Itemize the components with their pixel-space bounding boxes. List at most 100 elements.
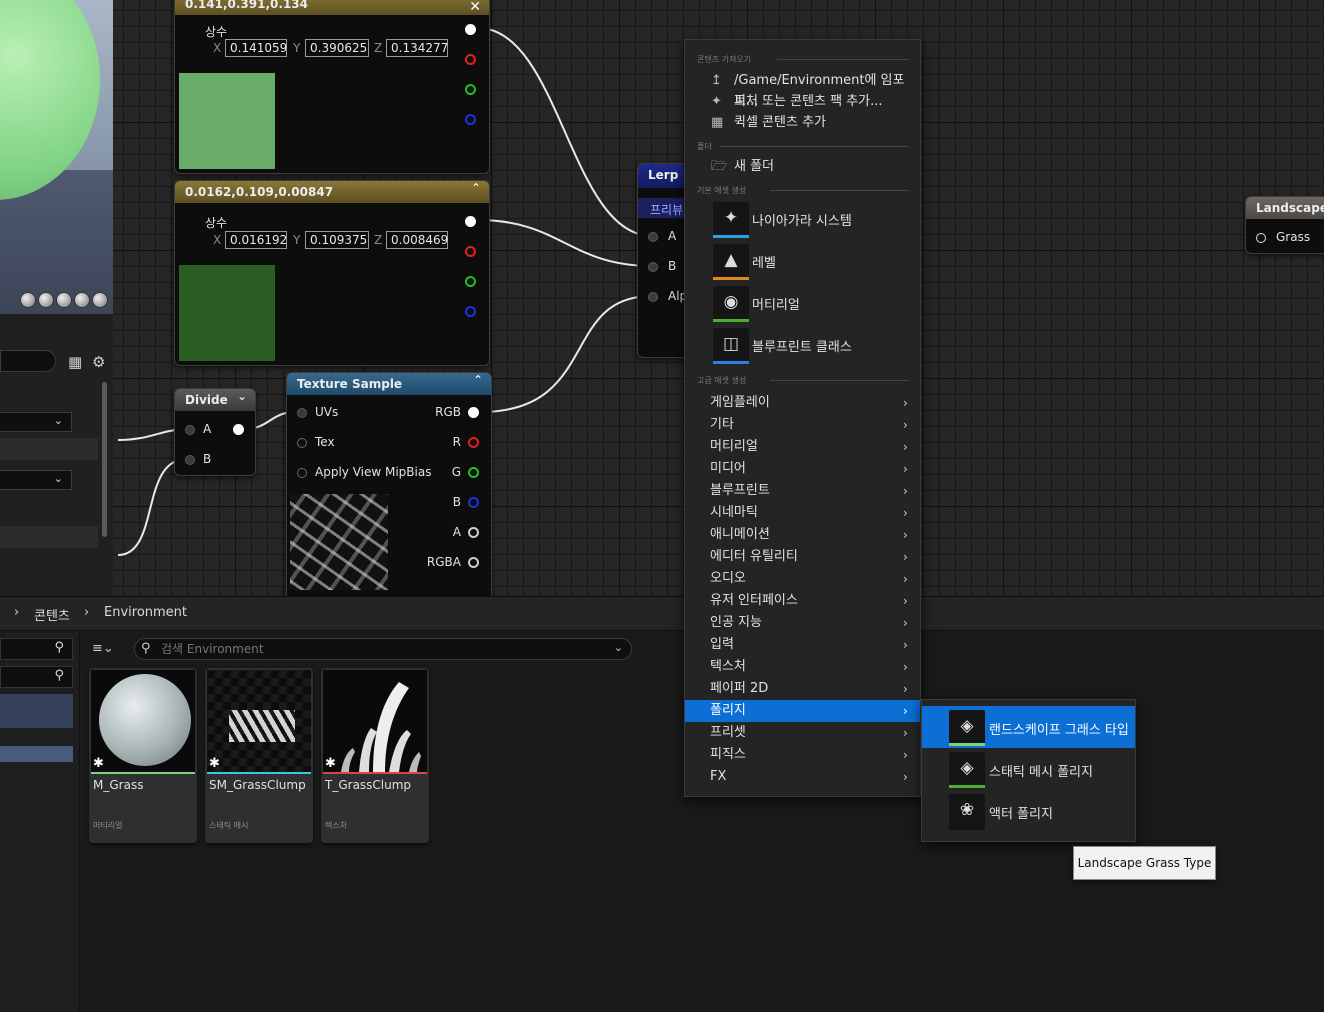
input-pin-b[interactable] — [185, 455, 195, 465]
pin-label: A — [452, 525, 461, 539]
material-sphere-icon — [99, 674, 191, 766]
output-pin-rgb[interactable] — [465, 24, 476, 35]
submenu-item[interactable]: 게임플레이 › — [685, 392, 920, 414]
chevron-down-icon[interactable]: ⌄ — [237, 389, 247, 403]
y-value-field[interactable]: 0.390625 — [305, 39, 369, 57]
y-value-field[interactable]: 0.109375 — [305, 231, 369, 249]
search-icon[interactable]: ⚲ — [54, 668, 64, 683]
submenu-item[interactable]: 프리셋 › — [685, 722, 920, 744]
output-pin-a[interactable] — [468, 527, 479, 538]
close-icon[interactable]: ✕ — [469, 0, 481, 15]
asset-tile[interactable]: ✱ SM_GrassClump 스태틱 메시 — [205, 668, 313, 843]
collapse-chevron-icon[interactable]: ⌃ — [471, 181, 481, 195]
submenu-item[interactable]: 텍스처 › — [685, 656, 920, 678]
submenu-item[interactable]: 미디어 › — [685, 458, 920, 480]
search-icon[interactable]: ⚲ — [54, 640, 64, 655]
add-quixel-content-menu-item[interactable]: ▦ 퀵셀 콘텐츠 추가 — [685, 112, 920, 133]
material-graph[interactable]: ▦ ⚙ ⌄ ⌄ 0.141,0.391,0.134 ✕ 상수 X 0.14105… — [0, 0, 1324, 596]
submenu-item[interactable]: 머티리얼 › — [685, 436, 920, 458]
output-pin-g[interactable] — [465, 276, 476, 287]
constant3vector-node[interactable]: 0.141,0.391,0.134 ✕ 상수 X 0.141059 Y 0.39… — [174, 0, 490, 174]
node-title: Texture Sample — [287, 373, 491, 395]
output-pin[interactable] — [233, 424, 244, 435]
submenu-item[interactable]: 인공 지능 › — [685, 612, 920, 634]
breadcrumb-item[interactable]: 콘텐츠 — [34, 605, 70, 624]
texture-thumbnail — [290, 494, 388, 590]
axis-y-label: Y — [293, 233, 301, 247]
level-icon: ▲ — [713, 244, 749, 280]
submenu-item[interactable]: 애니메이션 › — [685, 524, 920, 546]
output-pin-b[interactable] — [468, 497, 479, 508]
output-pin-rgba[interactable] — [468, 557, 479, 568]
x-value-field[interactable]: 0.016192 — [225, 231, 287, 249]
foliage-submenu: ◈ 랜드스케이프 그래스 타입 ◈ 스태틱 메시 폴리지 ❀ 액터 폴리지 — [921, 699, 1136, 842]
niagara-system-menu-item[interactable]: ✦ 나이아가라 시스템 — [685, 200, 920, 240]
submenu-item[interactable]: 기타 › — [685, 414, 920, 436]
folder-tree-selection[interactable] — [0, 694, 73, 728]
asset-tile[interactable]: ✱ M_Grass 머티리얼 — [89, 668, 197, 843]
pin-label: Tex — [315, 435, 335, 449]
actor-foliage-menu-item[interactable]: ❀ 액터 폴리지 — [922, 790, 1135, 832]
input-pin-alpha[interactable] — [648, 292, 658, 302]
input-pin-uvs[interactable] — [297, 408, 307, 418]
landscape-grass-type-menu-item[interactable]: ◈ 랜드스케이프 그래스 타입 — [922, 706, 1135, 748]
static-mesh-foliage-menu-item[interactable]: ◈ 스태틱 메시 폴리지 — [922, 748, 1135, 790]
asset-search-input[interactable] — [161, 641, 591, 657]
asset-type-bar — [91, 772, 195, 774]
pin-label: B — [452, 495, 461, 509]
divider — [770, 190, 909, 191]
asset-thumbnail — [91, 670, 195, 772]
sources-search-input[interactable]: ⚲ — [0, 638, 73, 660]
grass-clump-mesh-icon — [229, 710, 295, 742]
z-value-field[interactable]: 0.008469 — [386, 231, 448, 249]
output-pin-rgb[interactable] — [465, 216, 476, 227]
input-pin-grass[interactable] — [1256, 233, 1266, 243]
add-feature-pack-menu-item[interactable]: ✦ 피처 또는 콘텐츠 팩 추가... — [685, 91, 920, 112]
submenu-item[interactable]: 페이퍼 2D › — [685, 678, 920, 700]
blueprint-class-menu-item[interactable]: ◫ 블루프린트 클래스 — [685, 326, 920, 366]
collections-search-input[interactable]: ⚲ — [0, 666, 73, 688]
constant3vector-node[interactable]: 0.0162,0.109,0.00847 ⌃ 상수 X 0.016192 Y 0… — [174, 180, 490, 366]
output-pin-r[interactable] — [465, 54, 476, 65]
collapse-chevron-icon[interactable]: ⌃ — [473, 373, 483, 387]
asset-tile[interactable]: ✱ T_GrassClump 텍스처 — [321, 668, 429, 843]
output-pin-rgb[interactable] — [468, 407, 479, 418]
output-pin-b[interactable] — [465, 306, 476, 317]
texture-sample-node[interactable]: Texture Sample ⌃ UVs Tex Apply View MipB… — [286, 372, 492, 596]
input-pin-a[interactable] — [648, 232, 658, 242]
input-pin-tex[interactable] — [297, 438, 307, 448]
output-pin-g[interactable] — [468, 467, 479, 478]
submenu-item-foliage[interactable]: 폴리지 › — [685, 700, 920, 722]
z-value-field[interactable]: 0.134277 — [386, 39, 448, 57]
input-pin-b[interactable] — [648, 262, 658, 272]
x-value-field[interactable]: 0.141059 — [225, 39, 287, 57]
asset-search-box[interactable]: ⚲ ⌄ — [134, 638, 632, 660]
landscape-grass-output-node[interactable]: Landscape Grass — [1245, 196, 1324, 254]
level-menu-item[interactable]: ▲ 레벨 — [685, 242, 920, 282]
import-menu-item[interactable]: ↥ /Game/Environment에 임포트... — [685, 70, 920, 109]
output-pin-g[interactable] — [465, 84, 476, 95]
material-menu-item[interactable]: ◉ 머티리얼 — [685, 284, 920, 324]
new-folder-menu-item[interactable]: 🗁 새 폴더 — [685, 156, 920, 177]
pin-label: R — [452, 435, 461, 449]
submenu-item[interactable]: 피직스 › — [685, 744, 920, 766]
pin-label: Apply View MipBias — [315, 465, 432, 479]
submenu-item[interactable]: 에디터 유틸리티 › — [685, 546, 920, 568]
input-pin-a[interactable] — [185, 425, 195, 435]
breadcrumb-item[interactable]: Environment — [104, 605, 187, 620]
output-pin-b[interactable] — [465, 114, 476, 125]
submenu-item[interactable]: FX › — [685, 766, 920, 788]
output-pin-r[interactable] — [468, 437, 479, 448]
folder-tree-item[interactable] — [0, 746, 73, 762]
submenu-item[interactable]: 입력 › — [685, 634, 920, 656]
output-pin-r[interactable] — [465, 246, 476, 257]
submenu-item[interactable]: 블루프린트 › — [685, 480, 920, 502]
submenu-item[interactable]: 시네마틱 › — [685, 502, 920, 524]
filter-icon[interactable]: ≡⌄ — [92, 641, 114, 656]
input-pin-mipbias[interactable] — [297, 468, 307, 478]
submenu-item[interactable]: 오디오 › — [685, 568, 920, 590]
chevron-down-icon[interactable]: ⌄ — [614, 641, 623, 654]
submenu-item[interactable]: 유저 인터페이스 › — [685, 590, 920, 612]
menu-item-label: 블루프린트 클래스 — [752, 340, 852, 355]
divide-node[interactable]: Divide ⌄ A B — [174, 388, 256, 476]
